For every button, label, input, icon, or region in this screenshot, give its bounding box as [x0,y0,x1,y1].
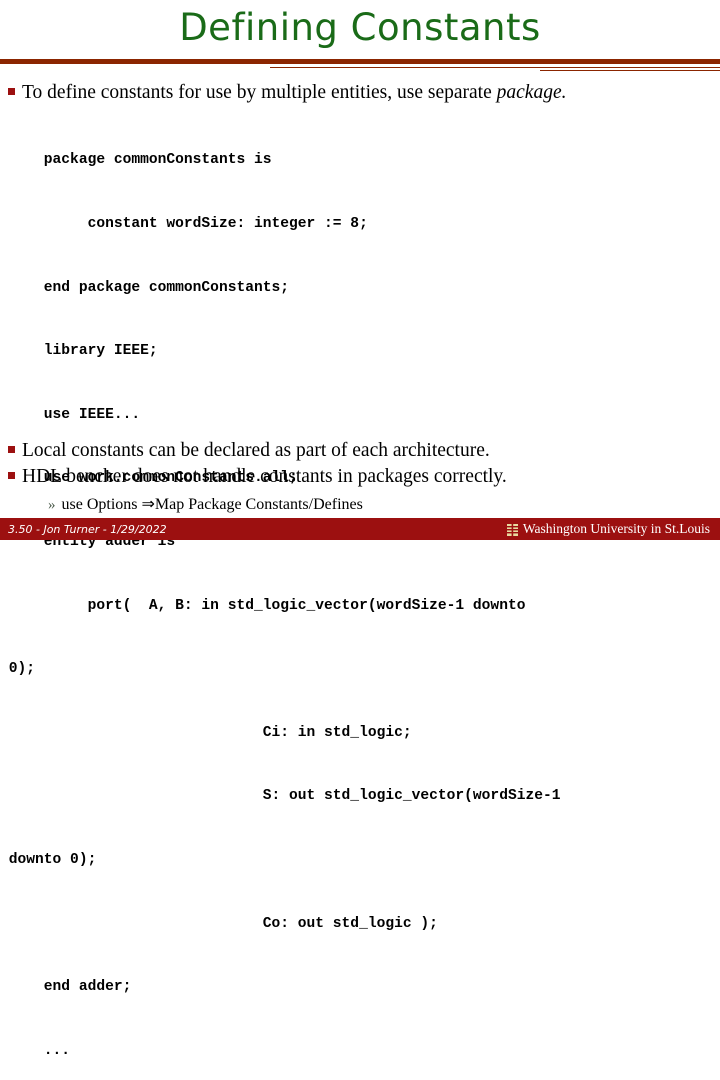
footer-brand-text: Washington University in St.Louis [522,521,710,536]
code-line: Ci: in std_logic; [0,724,412,741]
bullet-square-icon [8,446,15,453]
double-chevron-icon: » [48,497,56,513]
code-line: use IEEE... [0,406,141,423]
code-block: package commonConstants is constant word… [0,108,720,1080]
bullet-square-icon [8,88,15,95]
code-line: Co: out std_logic ); [0,915,438,932]
code-line: S: out std_logic_vector(wordSize-1 [0,788,561,805]
code-line: end package commonConstants; [0,279,290,296]
title-divider-thin-secondary [540,70,720,71]
bullet-intro-text: To define constants for use by multiple … [22,82,566,104]
footer-brand-group: Washington University in St.Louis [506,521,710,537]
bullet-intro-italic: package. [496,82,567,103]
code-line: end adder; [0,979,132,996]
title-divider-thick [0,59,720,64]
bullet-item-intro: To define constants for use by multiple … [8,82,566,104]
code-line: port( A, B: in std_logic_vector(wordSize… [0,597,526,614]
code-line: package commonConstants is [0,152,272,169]
footer-bar: 3.50 - Jon Turner - 1/29/2022 Washington… [0,518,720,540]
sub-bullet-text: use Options ⇒Map Package Constants/Defin… [61,496,363,513]
shield-crest-icon [506,523,518,536]
bullet-local-text: Local constants can be declared as part … [22,440,490,461]
page-title: Defining Constants [179,6,541,49]
bullet-square-icon [8,472,15,479]
title-divider-thin [270,67,720,68]
code-line: downto 0); [0,851,97,868]
bullet-hdl-text: HDL bencher does not handle constants in… [22,466,507,487]
footer-revision-author-date: 3.50 - Jon Turner - 1/29/2022 [8,522,167,536]
code-line: constant wordSize: integer := 8; [0,216,368,232]
slide: Defining Constants To define constants f… [0,0,720,1059]
sub-bullet-item-options: » use Options ⇒Map Package Constants/Def… [48,494,363,514]
code-line: ... [0,1042,71,1059]
code-line: library IEEE; [0,343,158,360]
bullet-item-local-constants: Local constants can be declared as part … [8,440,490,462]
code-line: 0); [0,661,36,678]
bullet-intro-plain: To define constants for use by multiple … [22,82,497,103]
bullet-item-hdl-bencher: HDL bencher does not handle constants in… [8,466,507,488]
